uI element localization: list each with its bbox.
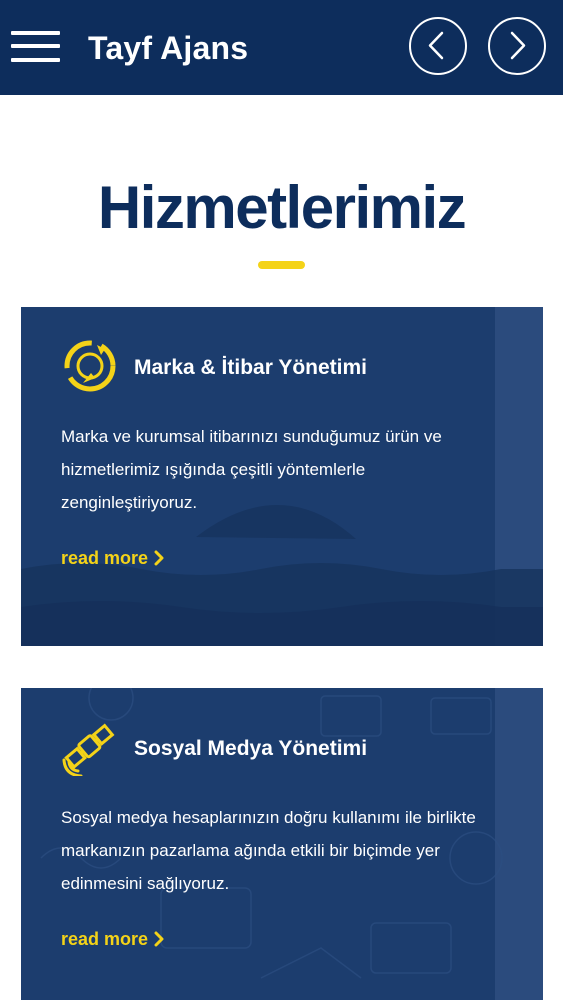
chevron-left-icon xyxy=(428,31,444,60)
read-more-link[interactable]: read more xyxy=(61,546,164,570)
card-title: Marka & İtibar Yönetimi xyxy=(134,356,368,379)
card-description: Sosyal medya hesaplarınızın doğru kullan… xyxy=(61,808,476,893)
service-card-brand-reputation: Marka & İtibar Yönetimi Marka ve kurumsa… xyxy=(21,307,543,646)
chevron-right-icon xyxy=(154,931,164,947)
card-description: Marka ve kurumsal itibarınızı sunduğumuz… xyxy=(61,427,442,512)
hamburger-menu-icon[interactable] xyxy=(11,31,60,62)
next-button[interactable] xyxy=(488,17,546,75)
reputation-cycle-icon xyxy=(64,340,116,392)
chevron-right-icon xyxy=(510,31,526,60)
brand-title[interactable]: Tayf Ajans xyxy=(88,28,248,68)
card-title: Sosyal Medya Yönetimi xyxy=(134,737,368,760)
service-card-social-media: Sosyal Medya Yönetimi Sosyal medya hesap… xyxy=(21,688,543,1000)
title-underline xyxy=(258,261,305,269)
read-more-link[interactable]: read more xyxy=(61,927,164,951)
read-more-label: read more xyxy=(61,929,149,949)
previous-button[interactable] xyxy=(409,17,467,75)
satellite-icon xyxy=(62,723,115,776)
chevron-right-icon xyxy=(154,550,164,566)
section-title: Hizmetlerimiz xyxy=(97,174,467,241)
top-bar: Tayf Ajans xyxy=(0,0,563,95)
read-more-label: read more xyxy=(61,548,149,568)
